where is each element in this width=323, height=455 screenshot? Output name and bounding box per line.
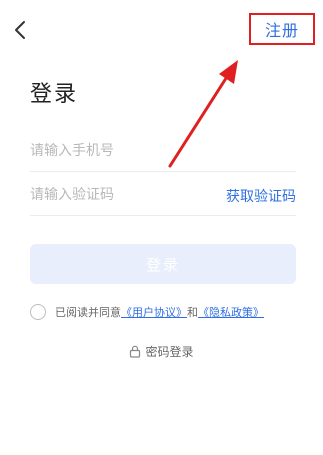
- phone-input[interactable]: [30, 132, 210, 170]
- back-button[interactable]: [10, 18, 30, 42]
- password-login-link[interactable]: 密码登录: [0, 343, 323, 360]
- agreement-prefix: 已阅读并同意: [55, 306, 121, 319]
- code-input[interactable]: [30, 176, 210, 214]
- agree-checkbox[interactable]: [30, 304, 46, 320]
- register-link[interactable]: 注册: [265, 17, 299, 41]
- login-screen: 注册 登录 获取验证码 登录 已阅读并同意 《用户协议》 和 《隐私政策》 密码…: [0, 0, 323, 455]
- code-field: 获取验证码: [30, 176, 296, 216]
- agreement-and: 和: [187, 306, 198, 319]
- chevron-left-icon: [15, 21, 25, 39]
- password-login-label: 密码登录: [145, 345, 194, 359]
- login-button[interactable]: 登录: [30, 244, 296, 284]
- user-agreement-link[interactable]: 《用户协议》: [121, 304, 187, 320]
- register-highlight-box: 注册: [249, 13, 315, 45]
- agreement-row: 已阅读并同意 《用户协议》 和 《隐私政策》: [30, 304, 264, 320]
- annotation-arrow-icon: [168, 60, 238, 168]
- privacy-policy-link[interactable]: 《隐私政策》: [198, 304, 264, 320]
- get-code-button[interactable]: 获取验证码: [226, 186, 296, 206]
- lock-icon: [129, 345, 141, 358]
- phone-field: [30, 132, 296, 172]
- page-title: 登录: [30, 82, 79, 107]
